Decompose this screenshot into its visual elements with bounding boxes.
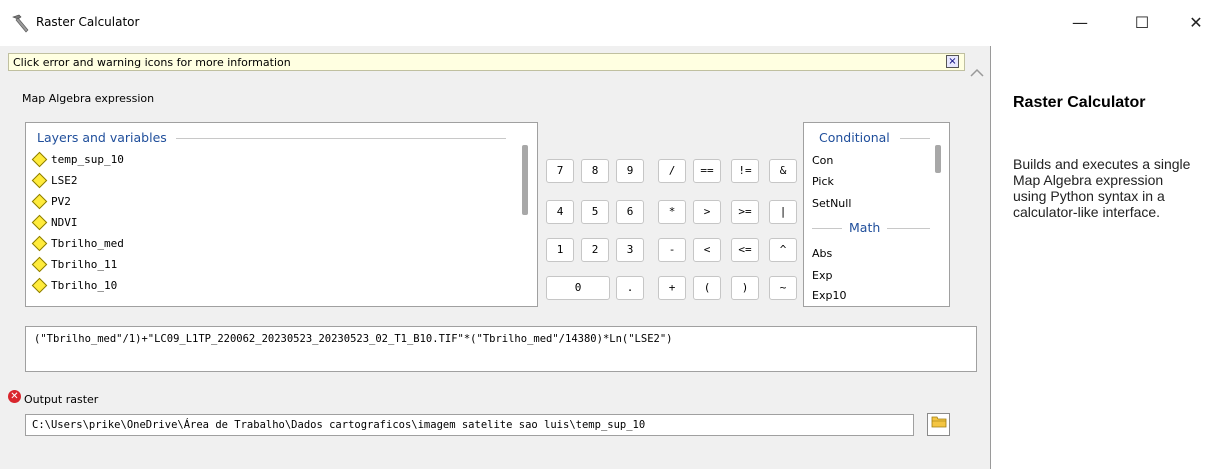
layers-header: Layers and variables [37,130,167,145]
conditional-header: Conditional [819,130,890,145]
calc-button-not-equal[interactable]: != [731,159,759,183]
calc-button-9[interactable]: 9 [616,159,644,183]
calc-button-decimal[interactable]: . [616,276,644,300]
help-title: Raster Calculator [1013,94,1146,111]
function-item-pick[interactable]: Pick [812,175,834,188]
chevron-up-icon[interactable] [968,66,986,78]
list-item[interactable]: Tbrilho_10 [31,275,117,295]
divider [812,228,842,229]
info-message: Click error and warning icons for more i… [13,56,291,69]
list-item[interactable]: temp_sup_10 [31,149,124,169]
hammer-icon [12,14,29,33]
calc-button-0[interactable]: 0 [546,276,610,300]
calc-button-minus[interactable]: - [658,238,686,262]
calc-button-5[interactable]: 5 [581,200,609,224]
layer-name: Tbrilho_10 [51,278,118,292]
calc-button-3[interactable]: 3 [616,238,644,262]
calc-button-less-equal[interactable]: <= [731,238,759,262]
list-item[interactable]: NDVI [31,212,78,232]
info-bar-close-button[interactable]: × [946,55,959,68]
list-item[interactable]: Tbrilho_med [31,233,124,253]
calc-button-6[interactable]: 6 [616,200,644,224]
help-panel: Raster Calculator Builds and executes a … [991,46,1208,469]
calc-button-open-paren[interactable]: ( [693,276,721,300]
function-item-con[interactable]: Con [812,154,833,167]
layers-variables-list[interactable]: Layers and variables temp_sup_10 LSE2 PV… [25,122,538,307]
calc-button-xor[interactable]: ^ [769,238,797,262]
calc-button-2[interactable]: 2 [581,238,609,262]
divider [887,228,930,229]
calc-button-or[interactable]: | [769,200,797,224]
calc-button-close-paren[interactable]: ) [731,276,759,300]
list-item[interactable]: PV2 [31,191,71,211]
browse-folder-button[interactable] [927,413,950,436]
function-item-setnull[interactable]: SetNull [812,197,851,210]
calc-button-plus[interactable]: + [658,276,686,300]
close-window-button[interactable]: ✕ [1178,10,1208,36]
raster-layer-icon [31,193,48,209]
output-raster-label: Output raster [24,393,99,406]
calc-button-divide[interactable]: / [658,159,686,183]
layer-name: Tbrilho_11 [51,257,118,271]
scrollbar[interactable] [522,145,528,215]
maximize-button[interactable]: ☐ [1124,10,1160,36]
layer-name: NDVI [51,215,78,229]
raster-layer-icon [31,151,48,167]
functions-list[interactable]: Conditional Con Pick SetNull Math Abs Ex… [803,122,950,307]
calc-button-equal[interactable]: == [693,159,721,183]
window-title: Raster Calculator [36,15,140,29]
calc-button-less[interactable]: < [693,238,721,262]
layer-name: temp_sup_10 [51,152,124,166]
scrollbar[interactable] [935,145,941,173]
minimize-button[interactable]: — [1062,10,1098,36]
divider [900,138,930,139]
list-item[interactable]: LSE2 [31,170,78,190]
calc-button-and[interactable]: & [769,159,797,183]
raster-layer-icon [31,235,48,251]
calc-button-multiply[interactable]: * [658,200,686,224]
divider [176,138,506,139]
folder-icon [931,416,946,428]
calc-button-8[interactable]: 8 [581,159,609,183]
raster-layer-icon [31,214,48,230]
raster-layer-icon [31,256,48,272]
list-item[interactable]: Tbrilho_11 [31,254,117,274]
math-header: Math [849,220,881,235]
error-icon[interactable]: ✕ [8,390,21,403]
expression-label: Map Algebra expression [22,92,155,105]
raster-layer-icon [31,277,48,293]
tool-dialog: Click error and warning icons for more i… [0,46,990,469]
expression-text: ("Tbrilho_med"/1)+"LC09_L1TP_220062_2023… [34,333,673,345]
title-bar: Raster Calculator — ☐ ✕ [0,0,1208,46]
calc-button-greater-equal[interactable]: >= [731,200,759,224]
layer-name: Tbrilho_med [51,236,124,250]
layer-name: PV2 [51,194,71,208]
function-item-exp[interactable]: Exp [812,269,832,282]
help-description: Builds and executes a single Map Algebra… [1013,156,1191,220]
calc-button-4[interactable]: 4 [546,200,574,224]
raster-layer-icon [31,172,48,188]
info-message-bar: Click error and warning icons for more i… [8,53,965,71]
calc-button-greater[interactable]: > [693,200,721,224]
calc-button-not[interactable]: ~ [769,276,797,300]
output-raster-field[interactable]: C:\Users\prike\OneDrive\Área de Trabalho… [25,414,914,436]
layer-name: LSE2 [51,173,78,187]
expression-input[interactable]: ("Tbrilho_med"/1)+"LC09_L1TP_220062_2023… [25,326,977,372]
calc-button-7[interactable]: 7 [546,159,574,183]
function-item-exp10[interactable]: Exp10 [812,289,846,302]
calc-button-1[interactable]: 1 [546,238,574,262]
function-item-abs[interactable]: Abs [812,247,832,260]
